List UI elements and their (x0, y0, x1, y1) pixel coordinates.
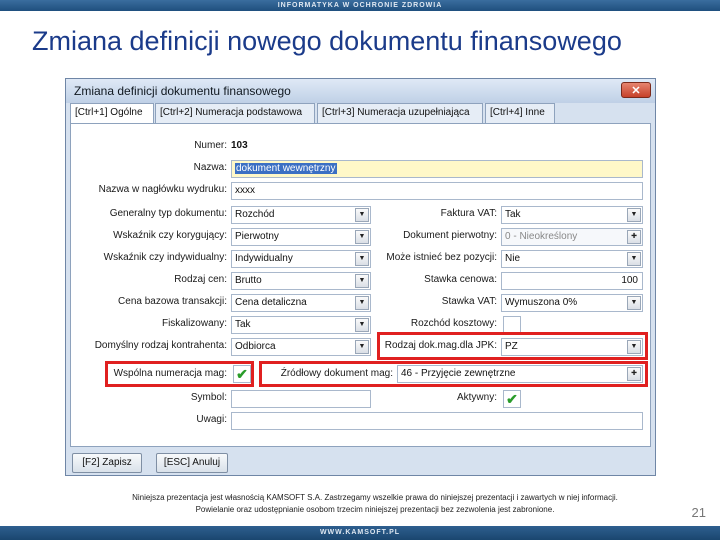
dokument-pierwotny-select[interactable]: 0 - Nieokreślony ✚ (501, 228, 643, 246)
stawka-cenowa-input[interactable]: 100 (501, 272, 643, 290)
cena-bazowa-select[interactable]: Cena detaliczna ▼ (231, 294, 371, 312)
close-button[interactable]: ✕ (621, 82, 651, 98)
save-button[interactable]: [F2] Zapisz (72, 453, 142, 473)
fiskalizowany-value: Tak (235, 319, 251, 330)
uwagi-label: Uwagi: (196, 414, 227, 425)
chevron-down-icon[interactable]: ▼ (355, 318, 369, 332)
chevron-down-icon[interactable]: ▼ (627, 296, 641, 310)
cena-bazowa-label: Cena bazowa transakcji: (118, 296, 227, 307)
moze-istniec-select[interactable]: Nie ▼ (501, 250, 643, 268)
rodzaj-cen-label: Rodzaj cen: (174, 274, 227, 285)
generalny-select[interactable]: Rozchód ▼ (231, 206, 371, 224)
chevron-down-icon[interactable]: ▼ (627, 340, 641, 354)
aktywny-label: Aktywny: (456, 392, 497, 403)
faktura-vat-select[interactable]: Tak ▼ (501, 206, 643, 224)
nazwa-input[interactable]: dokument wewnętrzny (231, 160, 643, 178)
page-number: 21 (691, 505, 706, 520)
dokument-pierwotny-value: 0 - Nieokreślony (505, 231, 578, 242)
uwagi-input[interactable] (231, 412, 643, 430)
indywidualny-label: Wskaźnik czy indywidualny: (103, 252, 227, 263)
generalny-value: Rozchód (235, 209, 275, 220)
chevron-down-icon[interactable]: ▼ (355, 296, 369, 310)
stawka-vat-label: Stawka VAT: (441, 296, 497, 307)
moze-istniec-value: Nie (505, 253, 521, 264)
faktura-vat-label: Faktura VAT: (440, 208, 497, 219)
rodzaj-jpk-value: PZ (505, 341, 518, 352)
slide-title: Zmiana definicji nowego dokumentu finans… (32, 26, 622, 56)
stawka-vat-value: Wymuszona 0% (505, 297, 578, 308)
korygujacy-value: Pierwotny (235, 231, 279, 242)
chevron-down-icon[interactable]: ▼ (627, 208, 641, 222)
stawka-vat-select[interactable]: Wymuszona 0% ▼ (501, 294, 643, 312)
dokument-pierwotny-label: Dokument pierwotny: (403, 230, 497, 241)
tab-numeracja-podstawowa[interactable]: [Ctrl+2] Numeracja podstawowa (155, 103, 315, 123)
chevron-down-icon[interactable]: ▼ (355, 274, 369, 288)
slide-footer-bar: WWW.KAMSOFT.PL (0, 526, 720, 540)
wspolna-numeracja-label: Wspólna numeracja mag: (113, 368, 227, 379)
symbol-input[interactable] (231, 390, 371, 408)
chevron-down-icon[interactable]: ▼ (355, 340, 369, 354)
nazwa-label: Nazwa: (193, 162, 227, 173)
faktura-vat-value: Tak (505, 209, 521, 220)
stawka-cenowa-label: Stawka cenowa: (424, 274, 497, 285)
domyslny-select[interactable]: Odbiorca ▼ (231, 338, 371, 356)
slide-footer-text: WWW.KAMSOFT.PL (319, 529, 401, 536)
naglowek-label: Nazwa w nagłówku wydruku: (98, 184, 227, 195)
tab-panel-ogolne: Numer: 103 Nazwa: dokument wewnętrzny Na… (70, 123, 651, 447)
tab-inne[interactable]: [Ctrl+4] Inne (485, 103, 555, 123)
close-icon: ✕ (631, 85, 641, 97)
naglowek-input[interactable]: xxxx (231, 182, 643, 200)
rodzaj-cen-value: Brutto (235, 275, 262, 286)
nazwa-value: dokument wewnętrzny (235, 163, 337, 174)
chevron-down-icon[interactable]: ▼ (355, 230, 369, 244)
footer-line-2: Powielanie oraz udostępnianie osobom trz… (195, 505, 555, 514)
korygujacy-label: Wskaźnik czy korygujący: (113, 230, 227, 241)
chevron-down-icon[interactable]: ▼ (355, 252, 369, 266)
tab-ogolne[interactable]: [Ctrl+1] Ogólne (70, 103, 154, 125)
zrodlowy-select[interactable]: 46 - Przyjęcie zewnętrzne ✚ (397, 365, 643, 383)
symbol-label: Symbol: (190, 392, 227, 403)
chevron-down-icon[interactable]: ▼ (355, 208, 369, 222)
generalny-label: Generalny typ dokumentu: (109, 208, 227, 219)
moze-istniec-label: Może istnieć bez pozycji: (386, 252, 497, 263)
dialog-window: Zmiana definicji dokumentu finansowego ✕… (65, 78, 656, 476)
wspolna-numeracja-checkbox[interactable]: ✔ (233, 365, 251, 383)
rozchod-kosztowy-label: Rozchód kosztowy: (410, 318, 497, 329)
cancel-button[interactable]: [ESC] Anuluj (156, 453, 228, 473)
rodzaj-jpk-label: Rodzaj dok.mag.dla JPK: (384, 340, 497, 351)
plus-icon[interactable]: ✚ (627, 230, 641, 244)
aktywny-checkbox[interactable]: ✔ (503, 390, 521, 408)
slide-header-text: INFORMATYKA W OCHRONIE ZDROWIA (277, 2, 443, 9)
zrodlowy-label: Źródłowy dokument mag: (280, 368, 393, 379)
window-titlebar: Zmiana definicji dokumentu finansowego ✕ (66, 79, 655, 103)
fiskalizowany-label: Fiskalizowany: (161, 318, 227, 329)
footer-line-1: Niniejsza prezentacja jest własnością KA… (132, 493, 618, 502)
slide-header-bar: INFORMATYKA W OCHRONIE ZDROWIA (0, 0, 720, 11)
plus-icon[interactable]: ✚ (627, 367, 641, 381)
korygujacy-select[interactable]: Pierwotny ▼ (231, 228, 371, 246)
footer-note: Niniejsza prezentacja jest własnością KA… (90, 492, 660, 516)
indywidualny-select[interactable]: Indywidualny ▼ (231, 250, 371, 268)
cena-bazowa-value: Cena detaliczna (235, 297, 307, 308)
indywidualny-value: Indywidualny (235, 253, 293, 264)
fiskalizowany-select[interactable]: Tak ▼ (231, 316, 371, 334)
numer-label: Numer: (194, 140, 227, 151)
numer-value: 103 (231, 140, 248, 151)
rodzaj-cen-select[interactable]: Brutto ▼ (231, 272, 371, 290)
domyslny-value: Odbiorca (235, 341, 276, 352)
zrodlowy-value: 46 - Przyjęcie zewnętrzne (401, 368, 516, 379)
domyslny-label: Domyślny rodzaj kontrahenta: (94, 340, 227, 351)
tab-numeracja-uzupelniajaca[interactable]: [Ctrl+3] Numeracja uzupełniająca (317, 103, 483, 123)
window-title: Zmiana definicji dokumentu finansowego (74, 84, 291, 98)
chevron-down-icon[interactable]: ▼ (627, 252, 641, 266)
rodzaj-jpk-select[interactable]: PZ ▼ (501, 338, 643, 356)
